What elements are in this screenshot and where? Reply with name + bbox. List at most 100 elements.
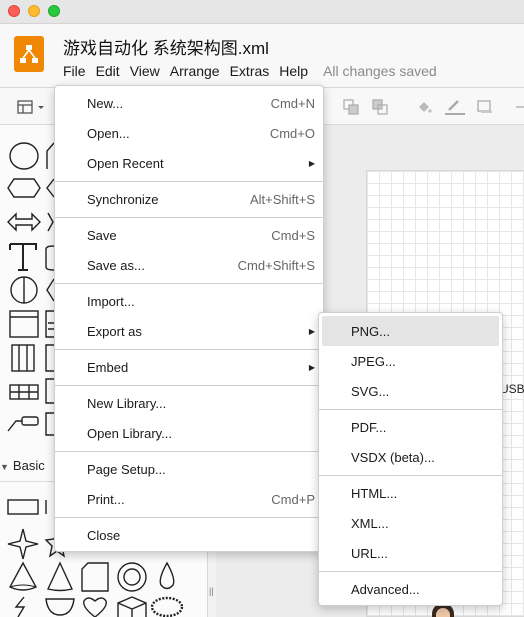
partial-shape-icon[interactable]	[44, 275, 54, 305]
menu-item-print[interactable]: Print... Cmd+P	[55, 484, 323, 514]
ellipse-shape-icon[interactable]	[8, 141, 40, 171]
document-shape-icon[interactable]	[80, 561, 110, 593]
half-circle-shape-icon[interactable]	[44, 595, 76, 617]
menu-item-embed[interactable]: Embed ▶	[55, 352, 323, 382]
rectangle-shape-icon[interactable]	[6, 497, 40, 517]
menu-extras[interactable]: Extras	[225, 63, 275, 79]
menu-item-new[interactable]: New... Cmd+N	[55, 88, 323, 118]
shortcut-label: Cmd+Shift+S	[237, 257, 315, 273]
menu-item-label: SVG...	[351, 383, 390, 399]
pyramid-shape-icon[interactable]	[44, 561, 76, 593]
menu-item-open[interactable]: Open... Cmd+O	[55, 118, 323, 148]
partial-shape-icon[interactable]	[44, 497, 54, 517]
menu-item-label: PNG...	[351, 323, 391, 339]
waypoint-icon[interactable]	[514, 99, 524, 115]
diagram-label[interactable]: USB主	[500, 380, 524, 397]
menu-item-open-recent[interactable]: Open Recent ▶	[55, 148, 323, 178]
export-html[interactable]: HTML...	[319, 478, 502, 508]
export-advanced[interactable]: Advanced...	[319, 574, 502, 604]
chevron-down-icon[interactable]	[36, 99, 46, 115]
fill-color-icon[interactable]	[416, 99, 432, 115]
splitter-grip-icon[interactable]: ||	[209, 586, 214, 596]
cloud-burst-shape-icon[interactable]	[150, 595, 184, 617]
menu-item-save[interactable]: Save Cmd+S	[55, 220, 323, 250]
export-xml[interactable]: XML...	[319, 508, 502, 538]
drawio-logo-icon	[14, 36, 44, 72]
callout-shape-icon[interactable]	[6, 415, 40, 435]
export-url[interactable]: URL...	[319, 538, 502, 568]
menu-view[interactable]: View	[125, 63, 165, 79]
export-png[interactable]: PNG...	[322, 316, 499, 346]
menu-item-label: PDF...	[351, 419, 387, 435]
sidebar-section-basic[interactable]: ▼ Basic	[0, 458, 45, 473]
menu-separator	[55, 181, 323, 182]
format-panel-icon[interactable]	[17, 99, 33, 115]
list-shape-icon[interactable]	[44, 309, 54, 339]
menu-item-synchronize[interactable]: Synchronize Alt+Shift+S	[55, 184, 323, 214]
swimlane-shape-icon[interactable]	[10, 343, 36, 373]
star-shape-icon[interactable]	[6, 527, 40, 561]
collapse-arrow-icon: ▼	[0, 462, 9, 472]
menu-separator	[55, 349, 323, 350]
menu-separator	[319, 571, 502, 572]
menu-arrange[interactable]: Arrange	[165, 63, 225, 79]
table-shape-icon[interactable]	[8, 383, 40, 401]
partial-shape-icon[interactable]	[44, 343, 54, 373]
donut-shape-icon[interactable]	[116, 561, 148, 593]
shortcut-label: Cmd+P	[271, 491, 315, 507]
heart-shape-icon[interactable]	[80, 595, 110, 617]
menu-item-label: Close	[87, 527, 121, 543]
menu-separator	[55, 451, 323, 452]
double-arrow-shape-icon[interactable]	[6, 211, 42, 233]
drop-shape-icon[interactable]	[154, 561, 180, 593]
to-front-icon[interactable]	[343, 99, 359, 115]
person-face-icon	[436, 608, 450, 617]
cube-shape-icon[interactable]	[116, 595, 148, 617]
menu-item-label: VSDX (beta)...	[351, 449, 435, 465]
menu-item-label: Export as	[87, 323, 142, 339]
to-back-icon[interactable]	[372, 99, 388, 115]
menu-edit[interactable]: Edit	[91, 63, 125, 79]
menu-item-label: XML...	[351, 515, 389, 531]
close-window-button[interactable]	[8, 5, 20, 17]
menu-item-close[interactable]: Close	[55, 520, 323, 550]
cylinder-shape-icon[interactable]	[44, 241, 54, 273]
menu-help[interactable]: Help	[274, 63, 313, 79]
partial-shape-icon[interactable]	[44, 377, 54, 405]
export-svg[interactable]: SVG...	[319, 376, 502, 406]
menu-item-save-as[interactable]: Save as... Cmd+Shift+S	[55, 250, 323, 280]
menu-item-export-as[interactable]: Export as ▶	[55, 316, 323, 346]
minimize-window-button[interactable]	[28, 5, 40, 17]
or-shape-icon[interactable]	[8, 275, 40, 305]
export-pdf[interactable]: PDF...	[319, 412, 502, 442]
menu-item-label: Import...	[87, 293, 135, 309]
partial-shape-icon[interactable]	[46, 211, 54, 233]
line-color-icon[interactable]	[444, 99, 466, 115]
menu-separator	[55, 217, 323, 218]
app-window: 游戏自动化 系统架构图.xml File Edit View Arrange E…	[0, 0, 524, 617]
hexagon-shape-icon[interactable]	[6, 177, 42, 199]
menu-item-open-library[interactable]: Open Library...	[55, 418, 323, 448]
submenu-arrow-icon: ▶	[308, 158, 315, 168]
menu-item-label: Page Setup...	[87, 461, 166, 477]
menu-file[interactable]: File	[58, 63, 91, 79]
triangle-shape-icon[interactable]	[44, 141, 54, 171]
shadow-icon[interactable]	[477, 99, 493, 115]
menu-item-label: Save	[87, 227, 117, 243]
menu-item-new-library[interactable]: New Library...	[55, 388, 323, 418]
cone-shape-icon[interactable]	[6, 561, 40, 593]
zoom-window-button[interactable]	[48, 5, 60, 17]
partial-shape-icon[interactable]	[44, 411, 54, 437]
text-shape-icon[interactable]	[8, 241, 38, 273]
container-shape-icon[interactable]	[8, 309, 40, 339]
shortcut-label: Cmd+N	[270, 95, 315, 111]
export-jpeg[interactable]: JPEG...	[319, 346, 502, 376]
menu-item-page-setup[interactable]: Page Setup...	[55, 454, 323, 484]
arrow-shape-icon[interactable]	[44, 177, 54, 199]
document-title[interactable]: 游戏自动化 系统架构图.xml	[63, 34, 269, 59]
export-vsdx[interactable]: VSDX (beta)...	[319, 442, 502, 472]
menu-item-import[interactable]: Import...	[55, 286, 323, 316]
menu-item-label: URL...	[351, 545, 388, 561]
menu-item-label: Advanced...	[351, 581, 420, 597]
lightning-shape-icon[interactable]	[10, 595, 36, 617]
